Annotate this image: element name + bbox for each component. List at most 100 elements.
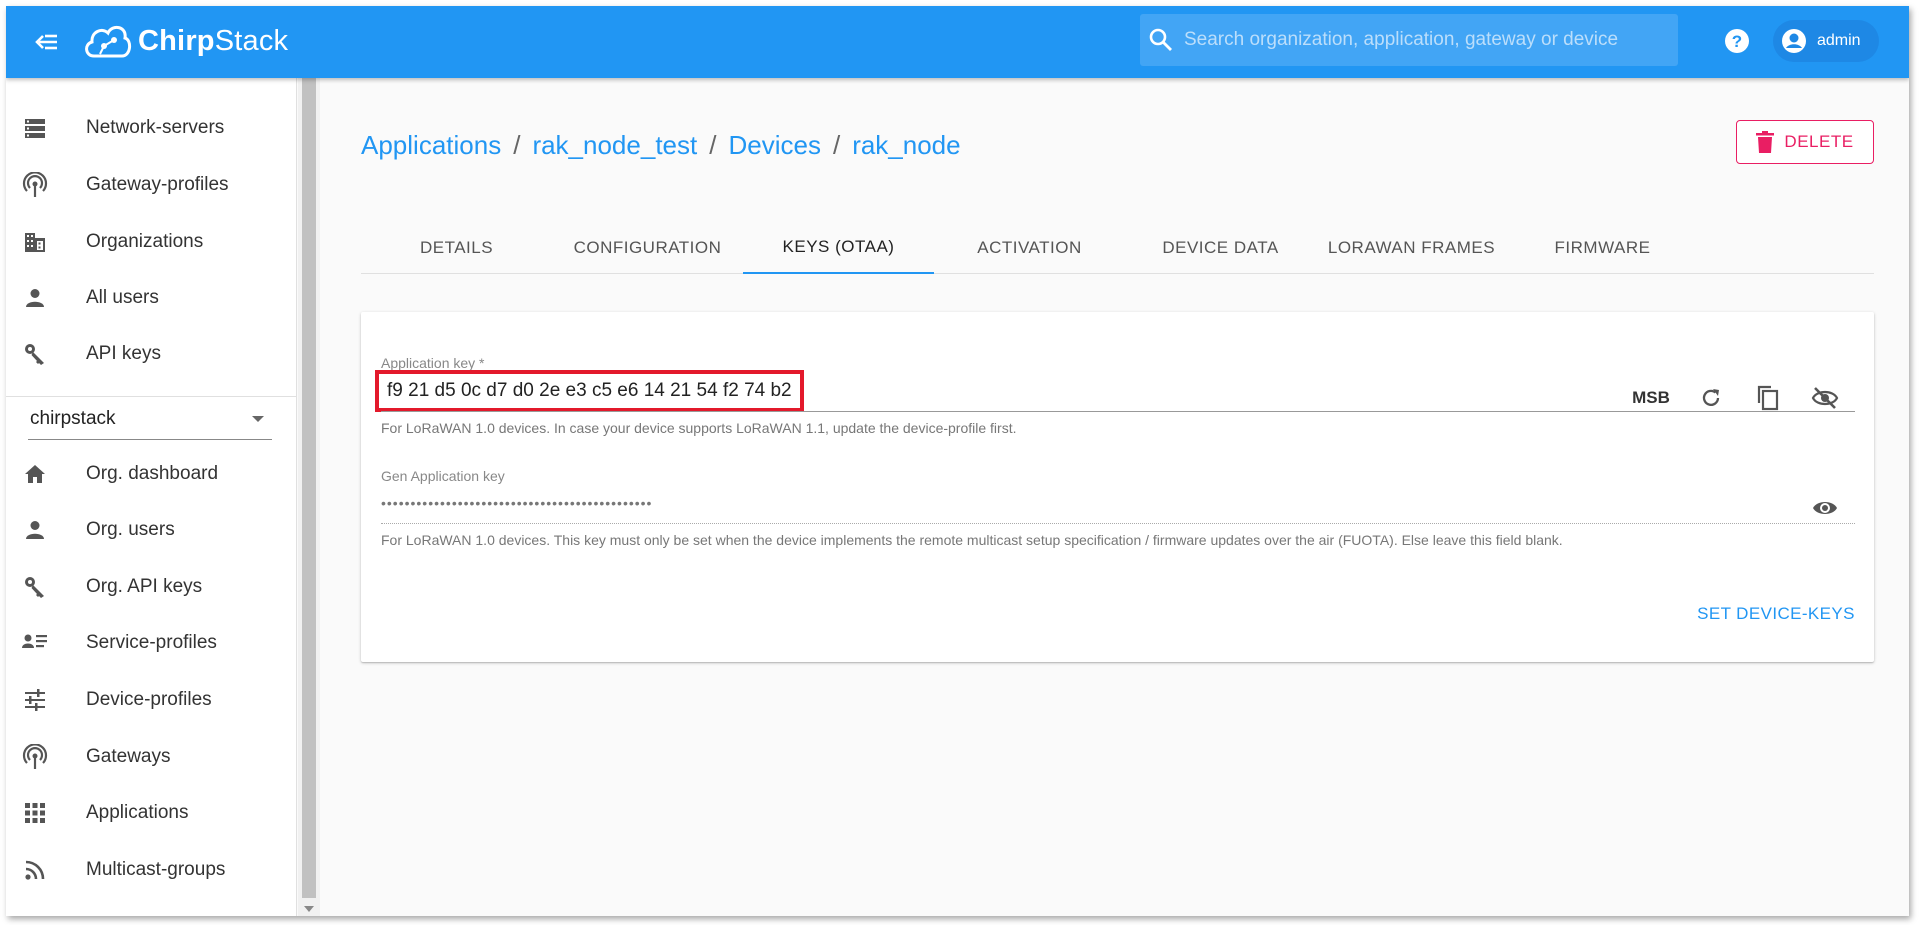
top-app-bar: ChirpStack ? admin bbox=[6, 6, 1909, 78]
sidebar-item-all-users[interactable]: All users bbox=[6, 274, 297, 322]
breadcrumb-separator: / bbox=[709, 130, 717, 160]
app-window: ChirpStack ? admin bbox=[6, 6, 1909, 916]
tab-activation[interactable]: ACTIVATION bbox=[934, 222, 1125, 274]
sidebar-item-network-servers[interactable]: Network-servers bbox=[6, 104, 297, 152]
gen-app-key-input[interactable]: ••••••••••••••••••••••••••••••••••••••••… bbox=[381, 495, 652, 511]
show-gen-key-button[interactable] bbox=[1805, 488, 1845, 528]
apps-grid-icon bbox=[20, 798, 50, 828]
key-icon bbox=[20, 572, 50, 602]
dropdown-arrow-icon bbox=[252, 416, 264, 422]
app-key-underline bbox=[381, 411, 1855, 412]
app-key-label: Application key * bbox=[381, 355, 485, 371]
key-icon bbox=[20, 339, 50, 369]
person-icon bbox=[20, 515, 50, 545]
scrollbar-thumb[interactable] bbox=[302, 78, 316, 898]
sidebar-item-gateways[interactable]: Gateways bbox=[6, 733, 297, 781]
device-keys-card: Application key * f9 21 d5 0c d7 d0 2e e… bbox=[361, 312, 1874, 662]
building-icon bbox=[20, 227, 50, 257]
sliders-icon bbox=[20, 685, 50, 715]
sidebar-item-org-dashboard[interactable]: Org. dashboard bbox=[6, 450, 297, 498]
gen-app-key-label: Gen Application key bbox=[381, 468, 505, 484]
breadcrumb-separator: / bbox=[513, 130, 521, 160]
account-circle-icon bbox=[1782, 29, 1806, 53]
sidebar-scrollbar[interactable] bbox=[298, 78, 320, 916]
organization-select[interactable]: chirpstack bbox=[28, 398, 272, 440]
refresh-icon bbox=[1702, 389, 1720, 406]
gateway-icon bbox=[20, 170, 50, 200]
breadcrumb-device[interactable]: rak_node bbox=[852, 130, 960, 161]
copy-key-button[interactable] bbox=[1748, 378, 1788, 418]
sidebar-item-label: Network-servers bbox=[86, 117, 225, 138]
breadcrumb-separator: / bbox=[832, 130, 841, 160]
chirpstack-logo[interactable]: ChirpStack bbox=[82, 16, 288, 66]
sidebar-item-org-api-keys[interactable]: Org. API keys bbox=[6, 563, 297, 611]
sidebar-item-label: Device-profiles bbox=[86, 689, 212, 710]
user-menu-button[interactable]: admin bbox=[1773, 20, 1879, 62]
sidebar-item-label: Org. users bbox=[86, 519, 175, 540]
gen-app-key-underline bbox=[381, 523, 1855, 524]
server-icon bbox=[20, 113, 50, 143]
visibility-icon bbox=[1813, 502, 1837, 514]
menu-collapse-icon bbox=[35, 34, 57, 50]
sidebar: Network-servers Gateway-profiles Organiz… bbox=[6, 61, 297, 916]
device-tabs: DETAILS CONFIGURATION KEYS (OTAA) ACTIVA… bbox=[361, 222, 1874, 274]
help-button[interactable]: ? bbox=[1720, 24, 1754, 58]
rss-icon bbox=[20, 855, 50, 885]
profile-list-icon bbox=[20, 628, 50, 658]
person-icon bbox=[20, 283, 50, 313]
tab-device-data[interactable]: DEVICE DATA bbox=[1125, 222, 1316, 274]
tab-lorawan-frames[interactable]: LORAWAN FRAMES bbox=[1316, 222, 1507, 274]
sidebar-item-label: Gateways bbox=[86, 746, 171, 767]
sidebar-item-label: Service-profiles bbox=[86, 632, 217, 653]
sidebar-item-label: Gateway-profiles bbox=[86, 174, 229, 195]
delete-button-label: DELETE bbox=[1784, 132, 1854, 151]
logo-text: ChirpStack bbox=[138, 24, 289, 57]
sidebar-item-gateway-profiles[interactable]: Gateway-profiles bbox=[6, 161, 297, 209]
tab-firmware[interactable]: FIRMWARE bbox=[1507, 222, 1698, 274]
app-key-input[interactable]: f9 21 d5 0c d7 d0 2e e3 c5 e6 14 21 54 f… bbox=[375, 370, 804, 412]
tab-configuration[interactable]: CONFIGURATION bbox=[552, 222, 743, 274]
home-icon bbox=[20, 459, 50, 489]
search-icon bbox=[1149, 28, 1172, 51]
breadcrumb-application[interactable]: rak_node_test bbox=[532, 130, 697, 161]
visibility-off-icon bbox=[1811, 387, 1839, 409]
sidebar-item-label: Org. dashboard bbox=[86, 463, 219, 484]
collapse-menu-button[interactable] bbox=[28, 24, 64, 60]
organization-select-value: chirpstack bbox=[30, 407, 116, 429]
tab-details[interactable]: DETAILS bbox=[361, 222, 552, 274]
byte-order-toggle-button[interactable]: MSB bbox=[1621, 378, 1681, 418]
search-box[interactable] bbox=[1140, 14, 1678, 66]
sidebar-item-applications[interactable]: Applications bbox=[6, 789, 297, 837]
sidebar-item-organizations[interactable]: Organizations bbox=[6, 218, 297, 266]
tab-keys-otaa[interactable]: KEYS (OTAA) bbox=[743, 222, 934, 274]
scroll-down-arrow-icon[interactable] bbox=[304, 906, 314, 912]
app-key-helper-text: For LoRaWAN 1.0 devices. In case your de… bbox=[381, 420, 1017, 436]
breadcrumb-devices[interactable]: Devices bbox=[728, 130, 820, 161]
sidebar-item-label: API keys bbox=[86, 343, 161, 364]
svg-text:?: ? bbox=[1732, 32, 1742, 51]
breadcrumb-applications[interactable]: Applications bbox=[361, 130, 501, 161]
user-name: admin bbox=[1817, 32, 1861, 49]
search-input[interactable] bbox=[1184, 29, 1664, 51]
sidebar-item-label: Multicast-groups bbox=[86, 859, 226, 880]
sidebar-item-org-users[interactable]: Org. users bbox=[6, 506, 297, 554]
trash-icon bbox=[1756, 131, 1775, 153]
sidebar-item-label: Org. API keys bbox=[86, 576, 203, 597]
cloud-logo-icon bbox=[85, 25, 131, 58]
breadcrumb: Applications / rak_node_test / Devices /… bbox=[361, 130, 961, 161]
help-icon: ? bbox=[1725, 29, 1749, 53]
gen-app-key-helper-text: For LoRaWAN 1.0 devices. This key must o… bbox=[381, 532, 1563, 548]
sidebar-item-label: All users bbox=[86, 287, 159, 308]
delete-device-button[interactable]: DELETE bbox=[1736, 120, 1874, 164]
set-device-keys-button[interactable]: SET DEVICE-KEYS bbox=[1696, 596, 1856, 632]
sidebar-item-multicast-groups[interactable]: Multicast-groups bbox=[6, 846, 297, 894]
regenerate-key-button[interactable] bbox=[1691, 378, 1731, 418]
sidebar-divider bbox=[6, 396, 297, 397]
hide-key-button[interactable] bbox=[1805, 378, 1845, 418]
sidebar-item-device-profiles[interactable]: Device-profiles bbox=[6, 676, 297, 724]
sidebar-item-service-profiles[interactable]: Service-profiles bbox=[6, 619, 297, 667]
sidebar-item-label: Organizations bbox=[86, 231, 204, 252]
copy-icon bbox=[1757, 385, 1779, 411]
sidebar-item-label: Applications bbox=[86, 802, 189, 823]
sidebar-item-api-keys[interactable]: API keys bbox=[6, 330, 297, 378]
